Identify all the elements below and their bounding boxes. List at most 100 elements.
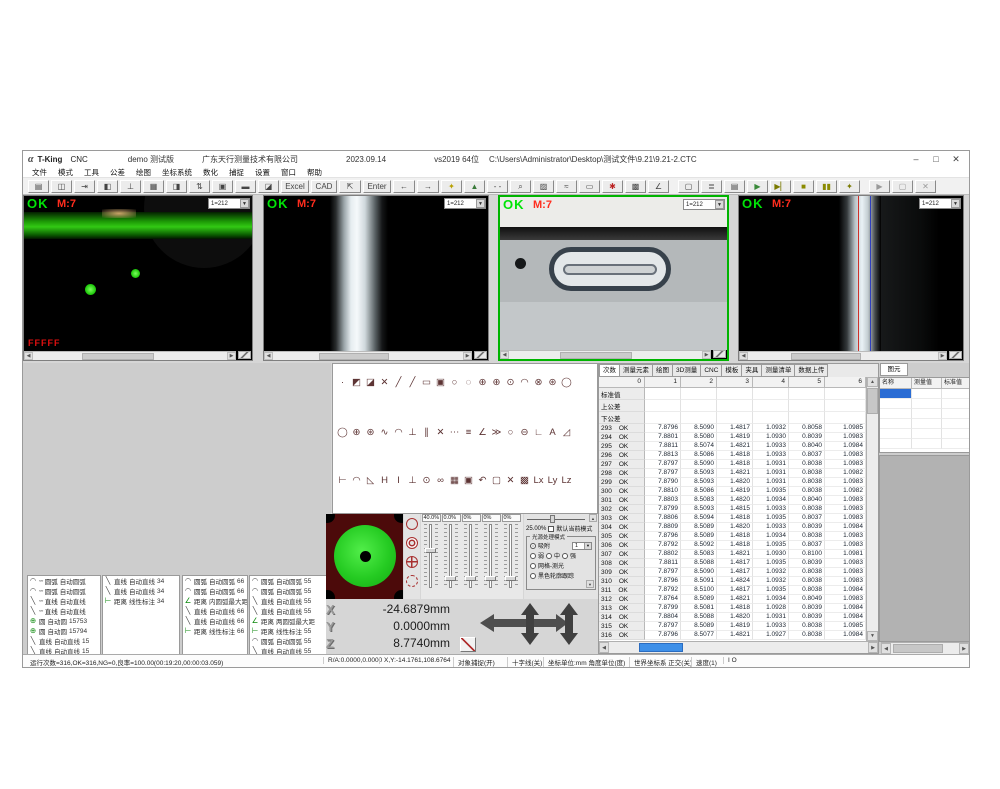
light-slider-3[interactable]: 0% — [461, 514, 481, 599]
ring-light-1-icon[interactable] — [406, 518, 418, 530]
tab-element[interactable]: 图元 — [880, 363, 908, 376]
toolbar-button-38[interactable]: ▢ — [892, 180, 913, 193]
toolbar-button-22[interactable]: ≈ — [556, 180, 577, 193]
toolbar-button-9[interactable]: ▬ — [235, 180, 256, 193]
slider-thumb[interactable] — [465, 576, 476, 581]
list-item[interactable]: ⊢距离线性标注34 — [103, 596, 179, 606]
measure-tool-icon-1-11[interactable]: ⊕ — [477, 376, 488, 389]
table-tab-3[interactable]: 3D测量 — [673, 364, 701, 377]
toolbar-button-18[interactable]: ▲ — [464, 180, 485, 193]
slider-track[interactable] — [483, 524, 499, 588]
toolbar-button-2[interactable]: ⇥ — [74, 180, 95, 193]
table-row[interactable]: 309OK7.87978.50901.48171.09320.80381.098… — [599, 568, 866, 577]
measure-tool-icon-3-15[interactable]: Lx — [533, 474, 544, 487]
menu-item-5[interactable]: 坐标系统 — [162, 167, 192, 178]
maximize-button[interactable]: □ — [929, 154, 943, 165]
measure-tool-icon-2-12[interactable]: ≫ — [491, 426, 502, 439]
toolbar-button-24[interactable]: ✱ — [602, 180, 623, 193]
toolbar-button-0[interactable]: ▤ — [28, 180, 49, 193]
measure-tool-icon-3-14[interactable]: ▩ — [519, 474, 530, 487]
z-jog-arrows-icon[interactable] — [559, 602, 579, 646]
toolbar-button-7[interactable]: ⇅ — [189, 180, 210, 193]
mode-contour-radio[interactable] — [530, 573, 536, 579]
toolbar-button-4[interactable]: ⊥ — [120, 180, 141, 193]
camera-zoom-dropdown[interactable]: 1=212▼ — [919, 198, 961, 209]
table-row[interactable]: 312OK7.87648.50891.48211.09340.80491.098… — [599, 595, 866, 604]
measure-tool-icon-2-10[interactable]: ≡ — [463, 426, 474, 439]
toolbar-button-3[interactable]: ◧ — [97, 180, 118, 193]
toolbar-button-31[interactable]: ▶ — [747, 180, 768, 193]
measure-tool-icon-2-17[interactable]: ◿ — [561, 426, 572, 439]
list-item[interactable]: ╲直线自动直线66 — [183, 606, 247, 616]
table-row[interactable]: 315OK7.87978.50891.48191.09330.80381.098… — [599, 622, 866, 631]
light-slider-4[interactable]: 0% — [481, 514, 501, 599]
camera-h-scrollbar[interactable]: ◀▶ — [739, 351, 947, 360]
toolbar-button-1[interactable]: ◫ — [51, 180, 72, 193]
measure-tool-icon-2-8[interactable]: ✕ — [435, 426, 446, 439]
menu-item-10[interactable]: 帮助 — [307, 167, 322, 178]
slider-thumb[interactable] — [445, 576, 456, 581]
toolbar-button-17[interactable]: ✦ — [441, 180, 462, 193]
toolbar-button-25[interactable]: ▩ — [625, 180, 646, 193]
menu-item-9[interactable]: 窗口 — [281, 167, 296, 178]
toolbar-button-28[interactable]: ▢ — [678, 180, 699, 193]
measure-tool-icon-1-2[interactable]: ◩ — [351, 376, 362, 389]
list-item[interactable]: ⊢距离线性标注55 — [250, 626, 330, 636]
level-mid-radio[interactable] — [546, 553, 552, 559]
measure-tool-icon-3-11[interactable]: ↶ — [477, 474, 488, 487]
camera-view-2[interactable]: OK M:7 1=212▼ ◀▶ — [263, 195, 489, 361]
camera-resize-icon[interactable] — [949, 351, 962, 359]
measure-tool-icon-2-6[interactable]: ⊥ — [407, 426, 418, 439]
measure-tool-icon-2-15[interactable]: ∟ — [533, 426, 544, 439]
measure-tool-icon-3-4[interactable]: Η — [379, 474, 390, 487]
measure-tool-icon-3-10[interactable]: ▣ — [463, 474, 474, 487]
camera-h-scrollbar[interactable]: ◀▶ — [24, 351, 236, 360]
menu-item-8[interactable]: 设置 — [255, 167, 270, 178]
light-slider-2[interactable]: 0.0% — [441, 514, 461, 599]
table-row[interactable]: 311OK7.87928.51001.48171.09350.80381.098… — [599, 586, 866, 595]
table-row[interactable]: 295OK7.88118.50741.48211.09330.80401.098… — [599, 442, 866, 451]
minimize-button[interactable]: – — [909, 154, 923, 165]
list-item[interactable]: ◠圆弧自动圆弧55 — [250, 586, 330, 596]
toolbar-button-10[interactable]: ◪ — [258, 180, 279, 193]
toolbar-button-11[interactable]: Excel — [281, 180, 309, 193]
list-item[interactable]: ◠圆弧自动圆弧66 — [183, 586, 247, 596]
scroll-up-icon[interactable]: ▲ — [589, 514, 597, 522]
scroll-up-icon[interactable]: ▲ — [867, 377, 878, 387]
camera-resize-icon[interactable] — [238, 351, 251, 359]
camera-view-1[interactable]: OK M:7 1=212▼ FFFFF ◀▶ — [23, 195, 253, 361]
table-row[interactable]: 301OK7.88038.50831.48201.09340.80401.098… — [599, 496, 866, 505]
camera-h-scrollbar[interactable]: ◀▶ — [500, 350, 711, 359]
table-row[interactable]: 298OK7.87978.50931.48211.09310.80381.098… — [599, 469, 866, 478]
menu-item-0[interactable]: 文件 — [32, 167, 47, 178]
slider-track[interactable] — [463, 524, 479, 588]
table-row[interactable]: 299OK7.87908.50931.48201.09310.80381.098… — [599, 478, 866, 487]
list-item[interactable]: ⊕圆自动圆15753 — [28, 616, 100, 626]
toolbar-button-39[interactable]: ✕ — [915, 180, 936, 193]
panel-h-scrollbar[interactable]: ◀ ▶ — [881, 642, 969, 654]
measure-tool-icon-1-3[interactable]: ◪ — [365, 376, 376, 389]
list-item[interactable]: ⊕圆自动圆15794 — [28, 626, 100, 636]
table-tab-2[interactable]: 绘图 — [653, 364, 673, 377]
measure-tool-icon-1-12[interactable]: ⊕ — [491, 376, 502, 389]
ring-light-8seg-icon[interactable] — [406, 575, 418, 587]
light-slider-5[interactable]: 0% — [501, 514, 521, 599]
element-result-row[interactable] — [880, 399, 970, 409]
element-result-row[interactable] — [880, 389, 970, 399]
table-special-row[interactable]: 下公差 — [599, 412, 866, 424]
list-item[interactable]: ⊢距离线性标注66 — [183, 626, 247, 636]
measure-tool-icon-3-5[interactable]: Ι — [393, 474, 404, 487]
mode-adsorb-radio[interactable] — [530, 543, 536, 549]
measure-tool-icon-3-3[interactable]: ◺ — [365, 474, 376, 487]
list-item[interactable]: ╲直线自动直线55 — [250, 606, 330, 616]
measure-tool-icon-2-9[interactable]: ⋯ — [449, 426, 460, 439]
measure-tool-icon-1-10[interactable]: ◌ — [463, 376, 474, 389]
list-item[interactable]: ╲直线自动直线15 — [28, 636, 100, 646]
table-row[interactable]: 294OK7.88018.50801.48191.09300.80391.098… — [599, 433, 866, 442]
list-item[interactable]: ∠距离两圆弧最大距 — [250, 616, 330, 626]
list-item[interactable]: ╲***直线自动直线 — [28, 606, 100, 616]
measure-tool-icon-1-6[interactable]: ╱ — [407, 376, 418, 389]
menu-item-7[interactable]: 捕捉 — [229, 167, 244, 178]
measure-tool-icon-1-5[interactable]: ╱ — [393, 376, 404, 389]
table-row[interactable]: 308OK7.88118.50881.48171.09350.80391.098… — [599, 559, 866, 568]
